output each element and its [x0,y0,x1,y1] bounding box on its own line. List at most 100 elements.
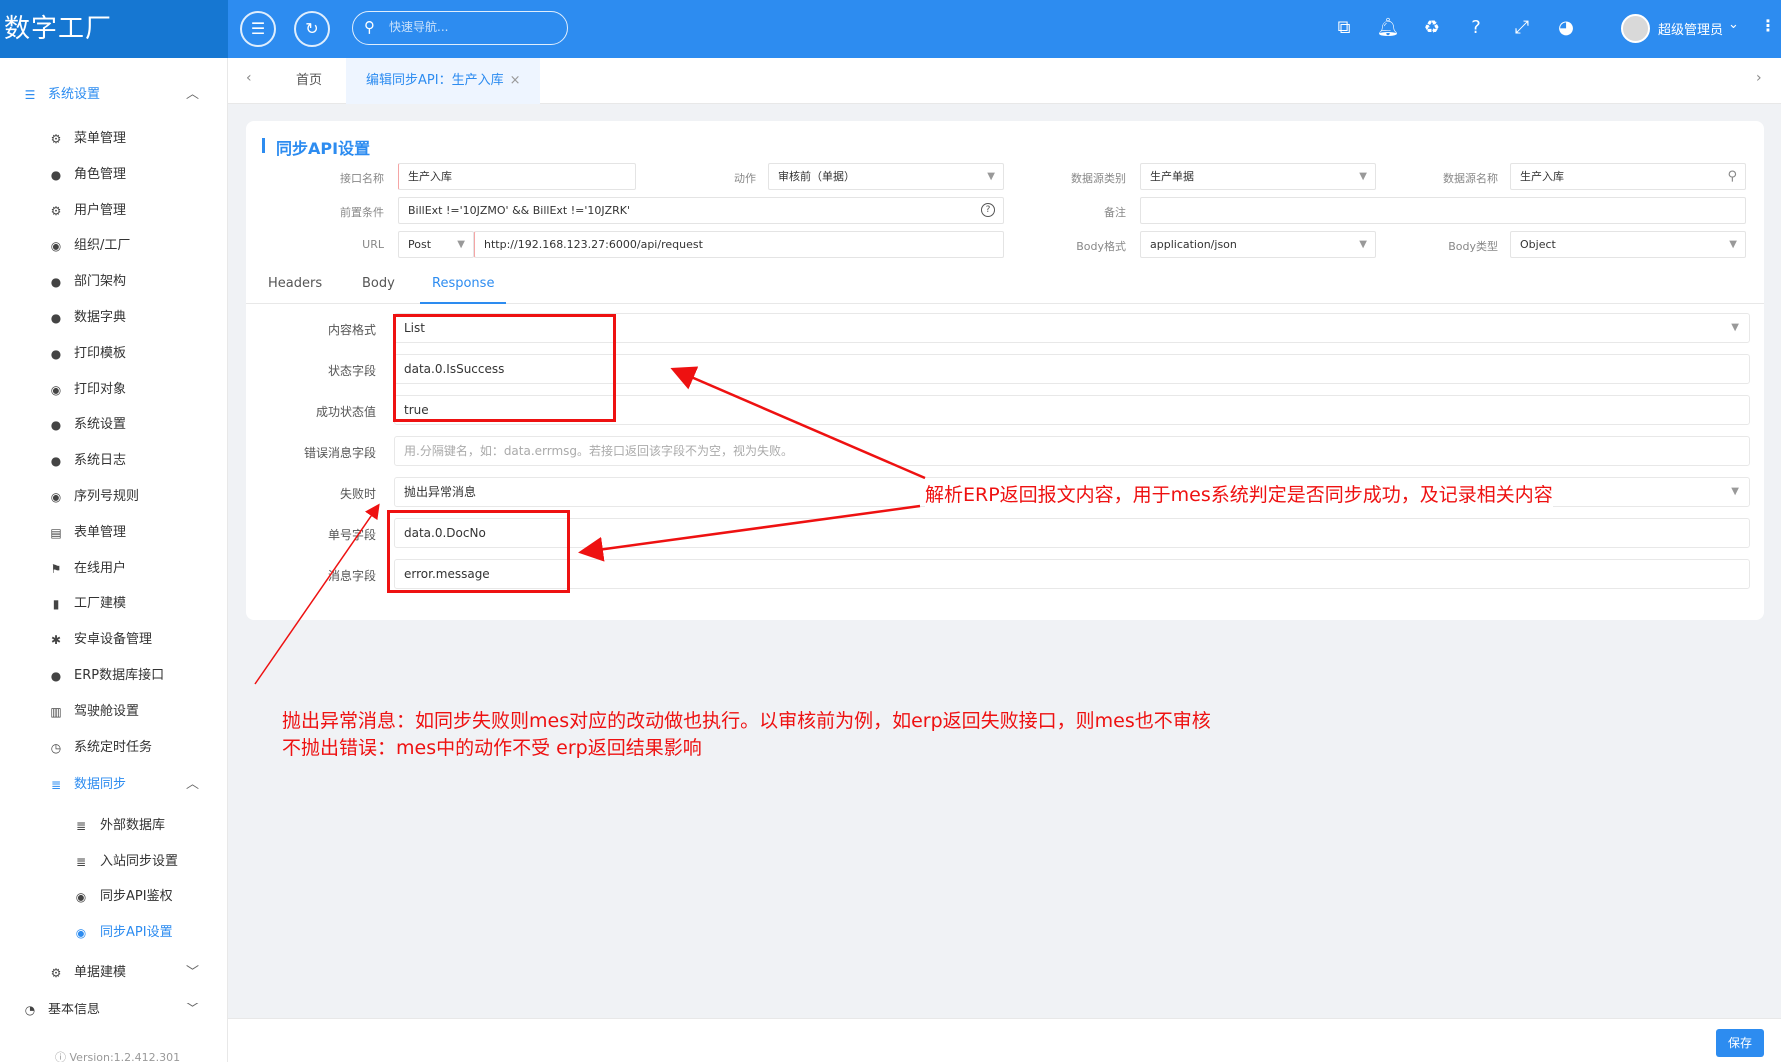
card-title: 同步API设置 [262,135,370,159]
info-icon: ◔ [24,1003,36,1017]
circle-icon: ● [50,418,62,433]
dashboard-icon[interactable]: ◕ [1552,14,1580,42]
sidebar-item[interactable]: ● 部门架构 [0,267,228,297]
tab-headers[interactable]: Headers [268,271,322,304]
body-type-select[interactable]: Object ▼ [1510,231,1746,258]
method-select[interactable]: Post ▼ [398,231,474,258]
sidebar-item[interactable]: ⚙ 用户管理 [0,196,228,226]
sidebar-item[interactable]: ● 系统设置 [0,410,228,440]
sidebar-item[interactable]: ◉ 组织/工厂 [0,231,228,261]
tab-bar: ‹ 首页 编辑同步API：生产入库 × › [228,58,1781,104]
android-icon: ✱ [50,633,62,648]
compass-icon: ◉ [50,239,62,254]
success-value-label: 成功状态值 [315,405,376,419]
sync-api-settings-card: 同步API设置 接口名称 生产入库 动作 审核前（单据） ▼ 数据源类别 生产单据… [246,121,1764,620]
body-format-value: application/json [1150,238,1237,251]
search-icon[interactable]: ⚲ [1727,164,1737,189]
footer-bar [228,1018,1781,1062]
sidebar-item-label: 数据字典 [74,310,127,325]
sidebar-item[interactable]: ● 角色管理 [0,160,228,190]
error-field-input[interactable]: 用.分隔键名，如：data.errmsg。若接口返回该字段不为空，视为失败。 [394,436,1750,466]
sidebar-group-doc[interactable]: ⚙ 单据建模 ﹀ [0,958,228,988]
circle-icon: ● [50,275,62,290]
action-select[interactable]: 审核前（单据） ▼ [768,163,1004,190]
sidebar-item-sync-api-settings[interactable]: ◉ 同步API设置 [0,918,228,948]
circle-icon: ● [50,311,62,325]
sidebar-item-label: 系统定时任务 [74,739,153,755]
remark-input[interactable] [1140,197,1746,224]
status-field-value: data.0.IsSuccess [404,362,505,376]
tab-scroll-left-icon[interactable]: ‹ [246,70,252,86]
sidebar-item[interactable]: ● 打印模板 [0,339,228,369]
datasource-name-input[interactable]: 生产入库 ⚲ [1510,163,1746,190]
sidebar-item-sync-api-auth[interactable]: ◉ 同步API鉴权 [0,882,228,912]
tab-scroll-right-icon[interactable]: › [1756,70,1762,86]
sidebar-item[interactable]: ✱ 安卓设备管理 [0,625,228,655]
sidebar-item-label: 部门架构 [74,274,127,290]
quick-nav-search[interactable]: ⚲ 快速导航... [352,11,568,45]
tab-label: 首页 [296,73,323,88]
sidebar-item-label: 打印对象 [74,381,127,397]
brand-title: 数字工厂 [0,0,228,58]
datasource-type-select[interactable]: 生产单据 ▼ [1140,163,1376,190]
chevron-up-icon: ︿ [186,87,200,102]
sidebar-item[interactable]: ◷ 系统定时任务 [0,733,228,763]
more-icon[interactable]: ⋮ [1760,16,1776,35]
message-field-value: error.message [404,567,490,581]
sidebar-item[interactable]: ◉ 序列号规则 [0,482,228,512]
doc-no-field-input[interactable]: data.0.DocNo [394,518,1750,548]
annotation-parse-note: 解析ERP返回报文内容，用于mes系统判定是否同步成功，及记录相关内容 [925,480,1553,507]
refresh-icon[interactable]: ↻ [294,11,330,47]
sidebar-group-sync[interactable]: ≣ 数据同步 ︿ [0,770,228,800]
sidebar-item[interactable]: ◉ 打印对象 [0,375,228,405]
windows-icon[interactable]: ⧉ [1330,14,1358,42]
sidebar-item-label: 组织/工厂 [74,238,131,254]
help-icon[interactable]: ? [981,203,995,217]
precondition-input[interactable]: BillExt !='10JZMO' && BillExt !='10JZRK'… [398,197,1004,224]
sidebar-item-inbound-sync[interactable]: ≣ 入站同步设置 [0,847,228,877]
annotation-throw-note-2: 不抛出错误：mes中的动作不受 erp返回结果影响 [282,737,702,759]
tab-response[interactable]: Response [420,271,507,304]
sidebar-group-label: 数据同步 [74,777,127,792]
user-name[interactable]: 超级管理员 [1658,19,1723,38]
datasource-type-value: 生产单据 [1150,170,1194,183]
help-icon[interactable]: ? [1462,14,1490,42]
sidebar-item[interactable]: ▤ 表单管理 [0,518,228,548]
datasource-type-label: 数据源类别 [1071,172,1126,185]
sidebar-item[interactable]: ● ERP数据库接口 [0,661,228,691]
tab-home[interactable]: 首页 [276,58,342,104]
sidebar-item[interactable]: ⚙ 菜单管理 [0,124,228,154]
fullscreen-icon[interactable]: ⤢ [1508,14,1536,42]
sidebar-item[interactable]: ▮ 工厂建模 [0,589,228,619]
message-field-input[interactable]: error.message [394,559,1750,589]
save-button[interactable]: 保存 [1716,1029,1764,1057]
sidebar-item-label: 系统设置 [74,417,127,433]
sidebar-item-label: 用户管理 [74,202,127,218]
content-format-value: List [404,321,425,335]
gears-icon: ⚙ [50,966,62,980]
tab-body[interactable]: Body [362,271,395,304]
avatar[interactable] [1621,14,1650,43]
menu-toggle-icon[interactable]: ☰ [240,11,276,47]
sidebar-group-system[interactable]: ☰ 系统设置 ︿ [0,80,228,110]
chevron-down-icon[interactable]: ⌄ [1728,17,1739,32]
content-format-select[interactable]: List ▼ [394,313,1750,343]
sidebar-item[interactable]: ▥ 驾驶舱设置 [0,697,228,727]
status-field-input[interactable]: data.0.IsSuccess [394,354,1750,384]
error-field-label: 错误消息字段 [303,446,376,460]
bell-icon[interactable]: 🔔︎ [1374,14,1402,42]
tab-edit-sync-api[interactable]: 编辑同步API：生产入库 × [346,58,541,104]
close-icon[interactable]: × [510,73,521,88]
body-format-select[interactable]: application/json ▼ [1140,231,1376,258]
sidebar-item[interactable]: ● 系统日志 [0,446,228,476]
sidebar-group-basic[interactable]: ◔ 基本信息 ﹀ [0,1003,228,1017]
status-field-label: 状态字段 [327,364,376,378]
success-value-input[interactable]: true [394,395,1750,425]
url-input[interactable]: http://192.168.123.27:6000/api/request [474,231,1004,258]
sidebar-item[interactable]: ● 数据字典 [0,303,228,333]
recycle-icon[interactable]: ♻ [1418,14,1446,42]
api-name-input[interactable]: 生产入库 [398,163,636,190]
sidebar-item-external-db[interactable]: ≣ 外部数据库 [0,811,228,841]
sidebar-item[interactable]: ⚑ 在线用户 [0,554,228,584]
body-type-label: Body类型 [1448,240,1498,253]
